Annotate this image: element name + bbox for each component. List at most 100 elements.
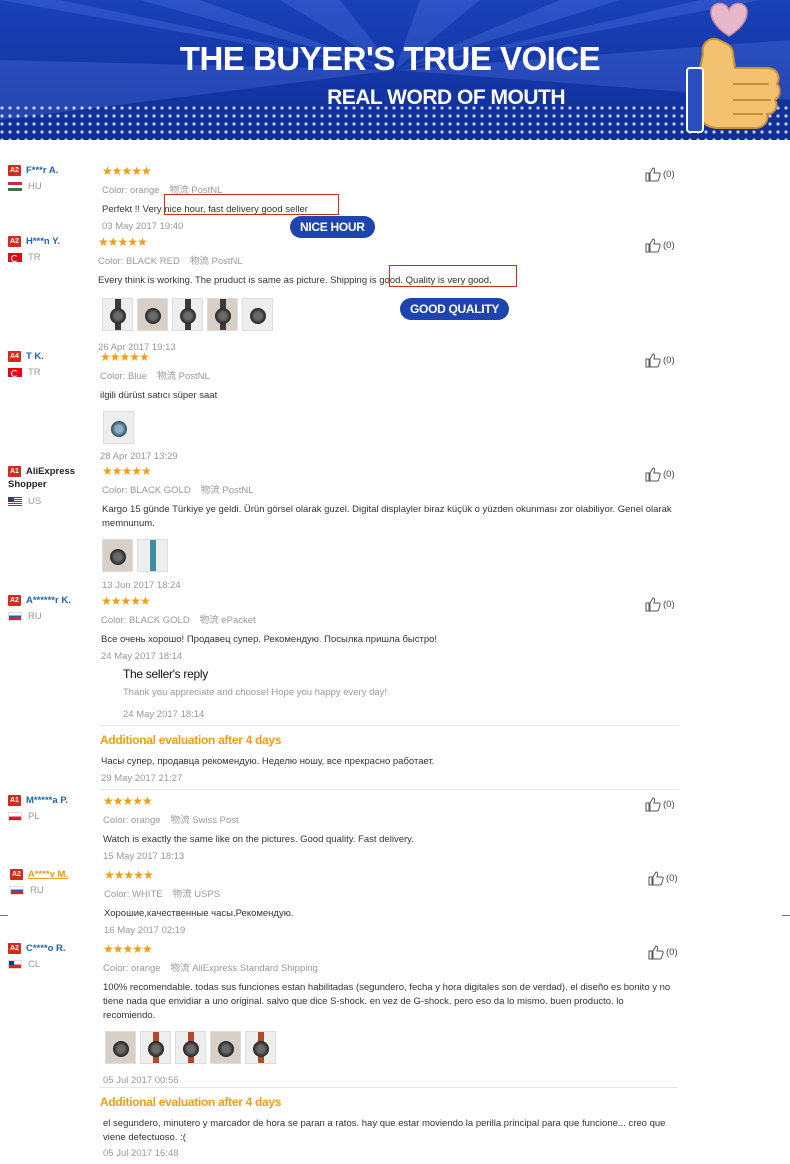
chile-flag-icon <box>8 960 22 970</box>
divider <box>100 789 678 790</box>
reviewer-info: A2 A****y M. RU <box>10 869 100 896</box>
turkey-flag-icon <box>8 368 22 378</box>
review-body: ★★★★★ Color: BLACK GOLD 物流 PostNL Kargo 1… <box>102 465 682 591</box>
review-photo[interactable] <box>207 298 238 331</box>
review-photos <box>105 1031 683 1064</box>
review-text: Every think is working. The pruduct is s… <box>98 275 492 286</box>
helpful-button[interactable]: (0) <box>645 797 675 812</box>
review-photo[interactable] <box>172 298 203 331</box>
review-photo[interactable] <box>175 1031 206 1064</box>
thumbs-up-icon <box>645 597 661 612</box>
helpful-button[interactable]: (0) <box>645 353 675 368</box>
buyer-level-badge: A2 <box>10 869 23 880</box>
reviewer-country: RU <box>28 611 42 623</box>
reviewer-name[interactable]: T K. <box>26 351 44 362</box>
seller-reply-title: The seller's reply <box>123 667 208 681</box>
helpful-count: (0) <box>663 240 675 251</box>
order-color: BLACK GOLD <box>129 485 191 496</box>
review-photo[interactable] <box>102 298 133 331</box>
reviewer-country: US <box>28 496 42 508</box>
helpful-button[interactable]: (0) <box>648 945 678 960</box>
divider <box>100 1087 678 1088</box>
order-color: BLACK RED <box>125 256 180 267</box>
color-label: Color: <box>101 615 127 626</box>
reviewer-name[interactable]: A******r K. <box>26 595 71 606</box>
additional-evaluation-title: Additional evaluation after 4 days <box>100 733 282 747</box>
shipping-method: USPS <box>194 889 221 900</box>
reviewer-name[interactable]: F***r A. <box>26 165 58 176</box>
reviewer-name[interactable]: A****y M. <box>28 869 68 880</box>
seller-reply-date: 24 May 2017 18:14 <box>123 709 205 720</box>
helpful-button[interactable]: (0) <box>645 467 675 482</box>
review-date: 28 Apr 2017 13:29 <box>100 451 178 462</box>
shipping-method: PostNL <box>222 485 254 496</box>
buyer-level-badge: A4 <box>8 351 21 362</box>
russia-flag-icon <box>8 612 22 622</box>
reviewer-info: A2 H***n Y. TR <box>8 236 98 263</box>
review-text: Kargo 15 günde Türkiye ye geldi. Ürün gö… <box>102 504 672 529</box>
star-rating: ★★★★★ <box>104 868 154 882</box>
highlight-box <box>164 194 339 215</box>
banner: THE BUYER'S TRUE VOICE REAL WORD OF MOUT… <box>0 0 790 140</box>
reviewer-name[interactable]: H***n Y. <box>26 236 60 247</box>
buyer-level-badge: A2 <box>8 236 21 247</box>
review-photo[interactable] <box>137 539 168 572</box>
reviewer-country: RU <box>30 885 44 897</box>
order-color: orange <box>130 963 161 974</box>
review-photo[interactable] <box>102 539 133 572</box>
reviewer-info: A1 AliExpress Shopper US <box>8 465 98 507</box>
color-label: Color: <box>98 256 124 267</box>
thumbs-up-icon <box>645 167 661 182</box>
thumbs-up-icon <box>648 871 664 886</box>
review-photos <box>102 298 678 331</box>
helpful-count: (0) <box>663 469 675 480</box>
reviewer-country: PL <box>28 811 40 823</box>
helpful-button[interactable]: (0) <box>645 238 675 253</box>
review-photo[interactable] <box>242 298 273 331</box>
helpful-count: (0) <box>663 799 675 810</box>
reviewer-name[interactable]: C****o R. <box>26 943 66 954</box>
review-photo[interactable] <box>140 1031 171 1064</box>
helpful-count: (0) <box>663 169 675 180</box>
order-meta: Color: BLACK GOLD 物流 PostNL <box>102 482 682 496</box>
shipping-method: AliExpress Standard Shipping <box>192 963 318 974</box>
color-label: Color: <box>103 963 129 974</box>
buyer-level-badge: A2 <box>8 165 21 176</box>
reviewer-name[interactable]: M*****a P. <box>26 795 68 806</box>
helpful-button[interactable]: (0) <box>645 597 675 612</box>
review-photo[interactable] <box>105 1031 136 1064</box>
star-rating: ★★★★★ <box>101 594 151 608</box>
seller-reply: The seller's reply Thank you appreciate … <box>123 667 387 720</box>
reviewer-country: TR <box>28 367 41 379</box>
review-photo[interactable] <box>103 411 134 444</box>
review-photo[interactable] <box>245 1031 276 1064</box>
reviewer-country: HU <box>28 181 42 193</box>
logistics-label: 物流 <box>199 615 219 626</box>
thumbs-up-icon <box>645 797 661 812</box>
russia-flag-icon <box>10 886 24 896</box>
crop-mark <box>782 915 790 916</box>
color-label: Color: <box>102 485 128 496</box>
star-rating: ★★★★★ <box>100 350 150 364</box>
order-meta: Color: WHITE 物流 USPS <box>104 886 684 900</box>
shipping-method: Swiss Post <box>192 815 239 826</box>
star-rating: ★★★★★ <box>102 464 152 478</box>
order-meta: Color: Blue 物流 PostNL <box>100 368 680 382</box>
review-photo[interactable] <box>210 1031 241 1064</box>
order-color: Blue <box>127 371 147 382</box>
order-meta: Color: orange 物流 AliExpress Standard Ship… <box>103 960 683 974</box>
review-text: Watch is exactly the same like on the pi… <box>103 834 414 845</box>
additional-evaluation-date: 29 May 2017 21:27 <box>101 773 183 784</box>
reviewer-info: A2 A******r K. RU <box>8 595 98 622</box>
helpful-button[interactable]: (0) <box>648 871 678 886</box>
shipping-method: ePacket <box>221 615 256 626</box>
crop-mark <box>0 915 8 916</box>
buyer-level-badge: A1 <box>8 795 21 806</box>
helpful-button[interactable]: (0) <box>645 167 675 182</box>
additional-evaluation-text: Часы супер, продавца рекомендую. Неделю … <box>101 756 435 767</box>
turkey-flag-icon <box>8 253 22 263</box>
reviewer-info: A2 C****o R. CL <box>8 943 98 970</box>
review-date: 24 May 2017 18:14 <box>101 651 183 662</box>
review-date: 05 Jul 2017 00:56 <box>103 1075 179 1086</box>
review-photo[interactable] <box>137 298 168 331</box>
